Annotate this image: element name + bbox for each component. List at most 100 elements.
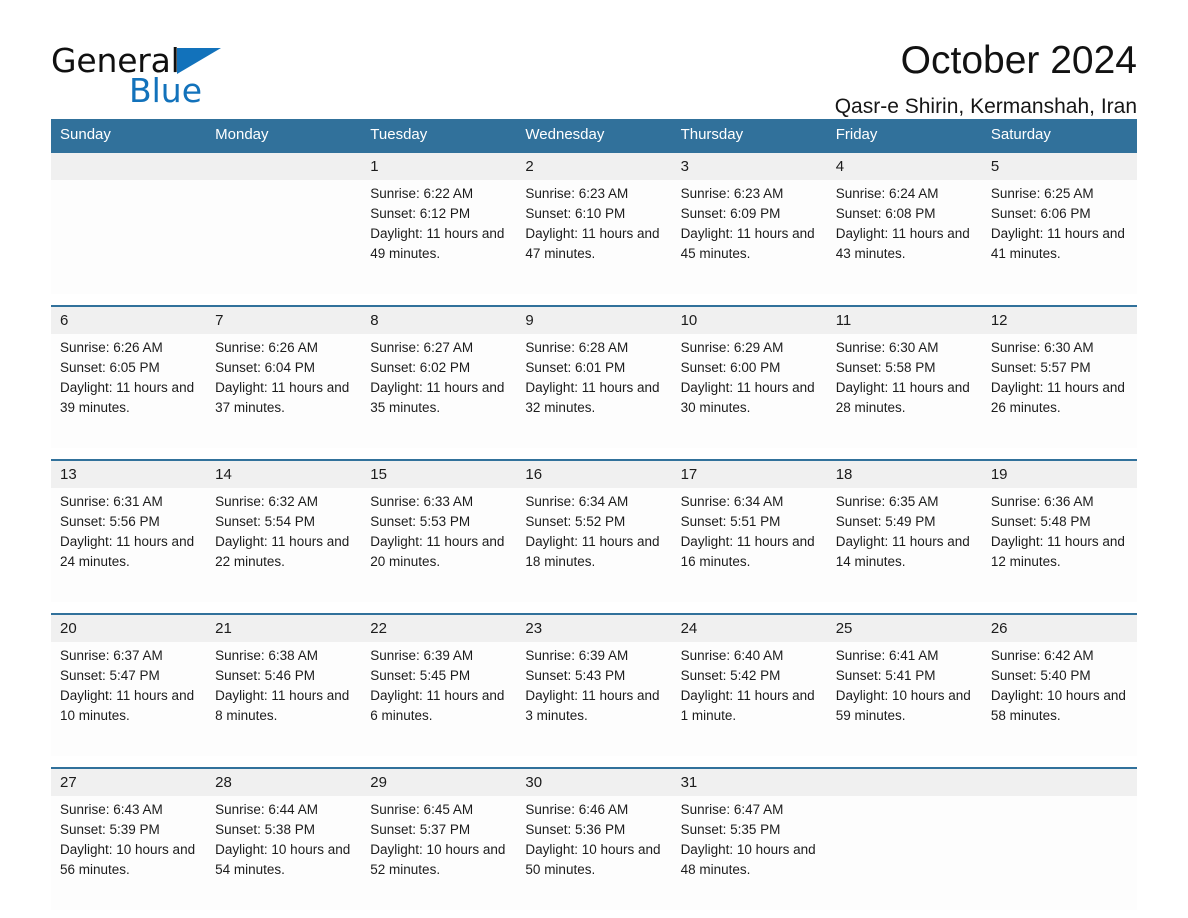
day-cell[interactable]: Sunrise: 6:28 AM Sunset: 6:01 PM Daylight:… <box>516 334 672 448</box>
day-cell[interactable]: Sunrise: 6:30 AM Sunset: 5:58 PM Daylight:… <box>826 334 982 448</box>
sunrise-text: Sunrise: 6:23 AM <box>525 186 629 201</box>
day-number[interactable]: 13 <box>51 459 207 488</box>
day-number[interactable]: 24 <box>671 613 827 642</box>
day-number[interactable]: 2 <box>516 151 672 180</box>
day-number[interactable]: 5 <box>981 151 1137 180</box>
day-number[interactable]: 29 <box>361 767 517 796</box>
week-number-row: 13 14 15 16 17 18 19 <box>51 459 1137 488</box>
sunrise-text: Sunrise: 6:39 AM <box>525 648 629 663</box>
sunrise-text: Sunrise: 6:25 AM <box>990 186 1094 201</box>
day-number[interactable]: 28 <box>206 767 362 796</box>
day-number[interactable]: 12 <box>981 305 1137 334</box>
day-cell[interactable]: Sunrise: 6:35 AM Sunset: 5:49 PM Daylight:… <box>826 488 982 602</box>
day-cell[interactable]: Sunrise: 6:34 AM Sunset: 5:52 PM Daylight:… <box>516 488 672 602</box>
empty-day-cell <box>51 180 207 294</box>
day-number[interactable]: 15 <box>361 459 517 488</box>
day-number[interactable]: 14 <box>206 459 362 488</box>
day-cell[interactable]: Sunrise: 6:39 AM Sunset: 5:45 PM Daylight:… <box>361 642 517 756</box>
sunset-text: Sunset: 5:58 PM <box>835 360 936 375</box>
sunset-text: Sunset: 5:52 PM <box>525 514 626 529</box>
day-number[interactable]: 8 <box>361 305 517 334</box>
sunrise-text: Sunrise: 6:38 AM <box>215 648 318 663</box>
day-number[interactable]: 1 <box>361 151 517 180</box>
day-number[interactable]: 17 <box>671 459 827 488</box>
daylight-text: Daylight: 11 hours and 45 minutes. <box>680 226 815 261</box>
day-number[interactable]: 30 <box>516 767 672 796</box>
day-cell[interactable]: Sunrise: 6:43 AM Sunset: 5:39 PM Daylight:… <box>51 796 207 910</box>
daylight-text: Daylight: 10 hours and 48 minutes. <box>680 842 816 877</box>
day-number[interactable]: 10 <box>671 305 827 334</box>
day-number[interactable]: 4 <box>826 151 982 180</box>
sunrise-text: Sunrise: 6:45 AM <box>370 802 474 817</box>
sunset-text: Sunset: 6:10 PM <box>525 206 626 221</box>
day-cell[interactable]: Sunrise: 6:37 AM Sunset: 5:47 PM Daylight:… <box>51 642 207 756</box>
day-cell[interactable]: Sunrise: 6:46 AM Sunset: 5:36 PM Daylight:… <box>516 796 672 910</box>
day-cell[interactable]: Sunrise: 6:30 AM Sunset: 5:57 PM Daylight:… <box>981 334 1137 448</box>
day-cell[interactable]: Sunrise: 6:44 AM Sunset: 5:38 PM Daylight:… <box>206 796 362 910</box>
daylight-text: Daylight: 11 hours and 3 minutes. <box>525 688 660 723</box>
weekday-header-thursday: Thursday <box>671 119 827 152</box>
day-cell[interactable]: Sunrise: 6:23 AM Sunset: 6:09 PM Daylight:… <box>671 180 827 294</box>
day-number[interactable]: 20 <box>51 613 207 642</box>
weekday-header-wednesday: Wednesday <box>516 119 672 152</box>
day-number[interactable]: 22 <box>361 613 517 642</box>
day-number[interactable]: 27 <box>51 767 207 796</box>
day-number[interactable]: 18 <box>826 459 982 488</box>
sunset-text: Sunset: 5:57 PM <box>990 360 1091 375</box>
day-cell[interactable]: Sunrise: 6:36 AM Sunset: 5:48 PM Daylight:… <box>981 488 1137 602</box>
daylight-text: Daylight: 11 hours and 12 minutes. <box>990 534 1125 569</box>
day-cell[interactable]: Sunrise: 6:45 AM Sunset: 5:37 PM Daylight:… <box>361 796 517 910</box>
sunrise-text: Sunrise: 6:46 AM <box>525 802 629 817</box>
day-cell[interactable]: Sunrise: 6:22 AM Sunset: 6:12 PM Daylight:… <box>361 180 517 294</box>
week-spacer-cell <box>51 602 1137 614</box>
day-cell[interactable]: Sunrise: 6:40 AM Sunset: 5:42 PM Daylight:… <box>671 642 827 756</box>
day-number[interactable]: 26 <box>981 613 1137 642</box>
daylight-text: Daylight: 11 hours and 6 minutes. <box>370 688 505 723</box>
page-title: October 2024 <box>900 39 1137 82</box>
sunrise-text: Sunrise: 6:30 AM <box>835 340 939 355</box>
week-detail-row: Sunrise: 6:43 AM Sunset: 5:39 PM Daylight:… <box>51 796 1137 910</box>
day-cell[interactable]: Sunrise: 6:26 AM Sunset: 6:04 PM Daylight:… <box>206 334 362 448</box>
day-number[interactable]: 21 <box>206 613 362 642</box>
day-cell[interactable]: Sunrise: 6:31 AM Sunset: 5:56 PM Daylight:… <box>51 488 207 602</box>
week-spacer <box>51 448 1137 460</box>
day-number[interactable]: 7 <box>206 305 362 334</box>
week-spacer-cell <box>51 294 1137 306</box>
day-cell[interactable]: Sunrise: 6:42 AM Sunset: 5:40 PM Daylight:… <box>981 642 1137 756</box>
day-number[interactable]: 19 <box>981 459 1137 488</box>
generalblue-logo[interactable]: General Blue <box>51 42 311 112</box>
day-number[interactable]: 3 <box>671 151 827 180</box>
daylight-text: Daylight: 10 hours and 52 minutes. <box>370 842 506 877</box>
sunrise-text: Sunrise: 6:39 AM <box>370 648 474 663</box>
sunrise-text: Sunrise: 6:41 AM <box>835 648 939 663</box>
day-number[interactable]: 16 <box>516 459 672 488</box>
daylight-text: Daylight: 11 hours and 22 minutes. <box>215 534 350 569</box>
day-cell[interactable]: Sunrise: 6:23 AM Sunset: 6:10 PM Daylight:… <box>516 180 672 294</box>
day-cell[interactable]: Sunrise: 6:47 AM Sunset: 5:35 PM Daylight:… <box>671 796 827 910</box>
day-cell[interactable]: Sunrise: 6:33 AM Sunset: 5:53 PM Daylight:… <box>361 488 517 602</box>
day-number[interactable]: 9 <box>516 305 672 334</box>
day-cell[interactable]: Sunrise: 6:24 AM Sunset: 6:08 PM Daylight:… <box>826 180 982 294</box>
empty-day-number <box>826 767 982 796</box>
sunset-text: Sunset: 5:35 PM <box>680 822 781 837</box>
day-number[interactable]: 23 <box>516 613 672 642</box>
day-number[interactable]: 25 <box>826 613 982 642</box>
day-cell[interactable]: Sunrise: 6:41 AM Sunset: 5:41 PM Daylight:… <box>826 642 982 756</box>
day-cell[interactable]: Sunrise: 6:38 AM Sunset: 5:46 PM Daylight:… <box>206 642 362 756</box>
sunrise-text: Sunrise: 6:42 AM <box>990 648 1094 663</box>
day-cell[interactable]: Sunrise: 6:27 AM Sunset: 6:02 PM Daylight:… <box>361 334 517 448</box>
daylight-text: Daylight: 10 hours and 58 minutes. <box>990 688 1126 723</box>
day-cell[interactable]: Sunrise: 6:32 AM Sunset: 5:54 PM Daylight:… <box>206 488 362 602</box>
day-cell[interactable]: Sunrise: 6:25 AM Sunset: 6:06 PM Daylight:… <box>981 180 1137 294</box>
daylight-text: Daylight: 11 hours and 39 minutes. <box>60 380 195 415</box>
daylight-text: Daylight: 11 hours and 16 minutes. <box>680 534 815 569</box>
day-number[interactable]: 11 <box>826 305 982 334</box>
daylight-text: Daylight: 10 hours and 56 minutes. <box>60 842 196 877</box>
day-cell[interactable]: Sunrise: 6:29 AM Sunset: 6:00 PM Daylight:… <box>671 334 827 448</box>
day-cell[interactable]: Sunrise: 6:39 AM Sunset: 5:43 PM Daylight:… <box>516 642 672 756</box>
sunrise-text: Sunrise: 6:35 AM <box>835 494 939 509</box>
day-cell[interactable]: Sunrise: 6:34 AM Sunset: 5:51 PM Daylight:… <box>671 488 827 602</box>
day-number[interactable]: 6 <box>51 305 207 334</box>
day-number[interactable]: 31 <box>671 767 827 796</box>
day-cell[interactable]: Sunrise: 6:26 AM Sunset: 6:05 PM Daylight:… <box>51 334 207 448</box>
